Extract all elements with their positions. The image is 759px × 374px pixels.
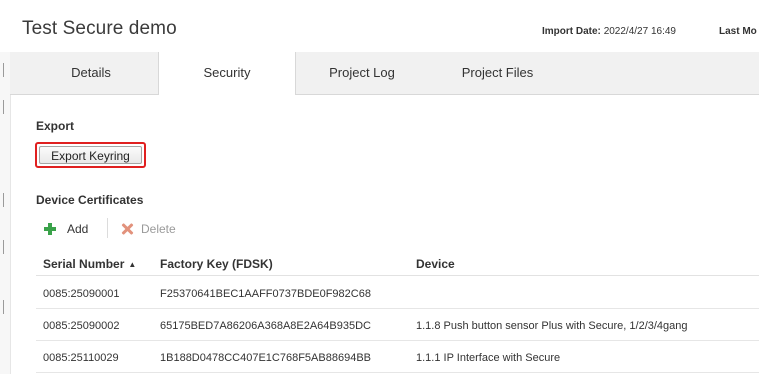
edge-tick	[3, 240, 4, 254]
table-row[interactable]: 0085:25110029 1B188D0478CC407E1C768F5AB8…	[36, 344, 759, 373]
serial-cell: 0085:25090001	[43, 288, 120, 300]
table-row[interactable]: 0085:25090001 F25370641BEC1AAFF0737BDE0F…	[36, 280, 759, 309]
edge-tick	[3, 63, 4, 77]
device-cell: 1.1.8 Push button sensor Plus with Secur…	[416, 320, 688, 332]
last-modified-label: Last Mo	[719, 26, 757, 37]
serial-cell: 0085:25090002	[43, 320, 120, 332]
table-row[interactable]: 0085:25090002 65175BED7A86206A368A8E2A64…	[36, 312, 759, 341]
tab-bar: Details Security Project Log Project Fil…	[10, 52, 759, 95]
export-keyring-button[interactable]: Export Keyring	[39, 146, 142, 164]
device-cell: 1.1.1 IP Interface with Secure	[416, 352, 561, 364]
certificates-table-header: Serial Number ▲ Factory Key (FDSK) Device	[36, 253, 759, 276]
fdsk-cell: 65175BED7A86206A368A8E2A64B935DC	[160, 320, 371, 332]
tab-project-log[interactable]: Project Log	[307, 52, 417, 94]
plus-icon	[44, 223, 56, 235]
export-section-title: Export	[36, 119, 75, 133]
delete-label: Delete	[141, 222, 176, 236]
tab-project-files[interactable]: Project Files	[440, 52, 555, 94]
toolbar-separator	[107, 218, 108, 238]
column-device[interactable]: Device	[416, 253, 455, 275]
project-header: Test Secure demo Import Date: 2022/4/27 …	[0, 0, 759, 52]
edge-tick	[3, 193, 4, 207]
export-keyring-highlight: Export Keyring	[35, 142, 146, 168]
edge-tick	[3, 100, 4, 114]
add-label: Add	[67, 222, 89, 236]
column-serial-number[interactable]: Serial Number ▲	[43, 253, 136, 276]
tab-security[interactable]: Security	[158, 52, 296, 95]
delete-button[interactable]: Delete	[121, 220, 183, 238]
sort-ascending-icon: ▲	[128, 260, 137, 269]
import-date: Import Date: 2022/4/27 16:49	[542, 26, 676, 37]
project-title: Test Secure demo	[22, 18, 177, 39]
add-button[interactable]: Add	[44, 220, 96, 238]
tab-details[interactable]: Details	[42, 52, 140, 94]
column-factory-key[interactable]: Factory Key (FDSK)	[160, 253, 273, 275]
fdsk-cell: 1B188D0478CC407E1C768F5AB88694BB	[160, 352, 371, 364]
fdsk-cell: F25370641BEC1AAFF0737BDE0F982C68	[160, 288, 371, 300]
import-date-value: 2022/4/27 16:49	[603, 26, 676, 37]
delete-icon	[121, 223, 133, 235]
serial-cell: 0085:25110029	[43, 352, 119, 364]
device-certificates-title: Device Certificates	[36, 193, 144, 207]
import-date-label: Import Date:	[542, 26, 601, 37]
edge-tick	[3, 300, 4, 314]
